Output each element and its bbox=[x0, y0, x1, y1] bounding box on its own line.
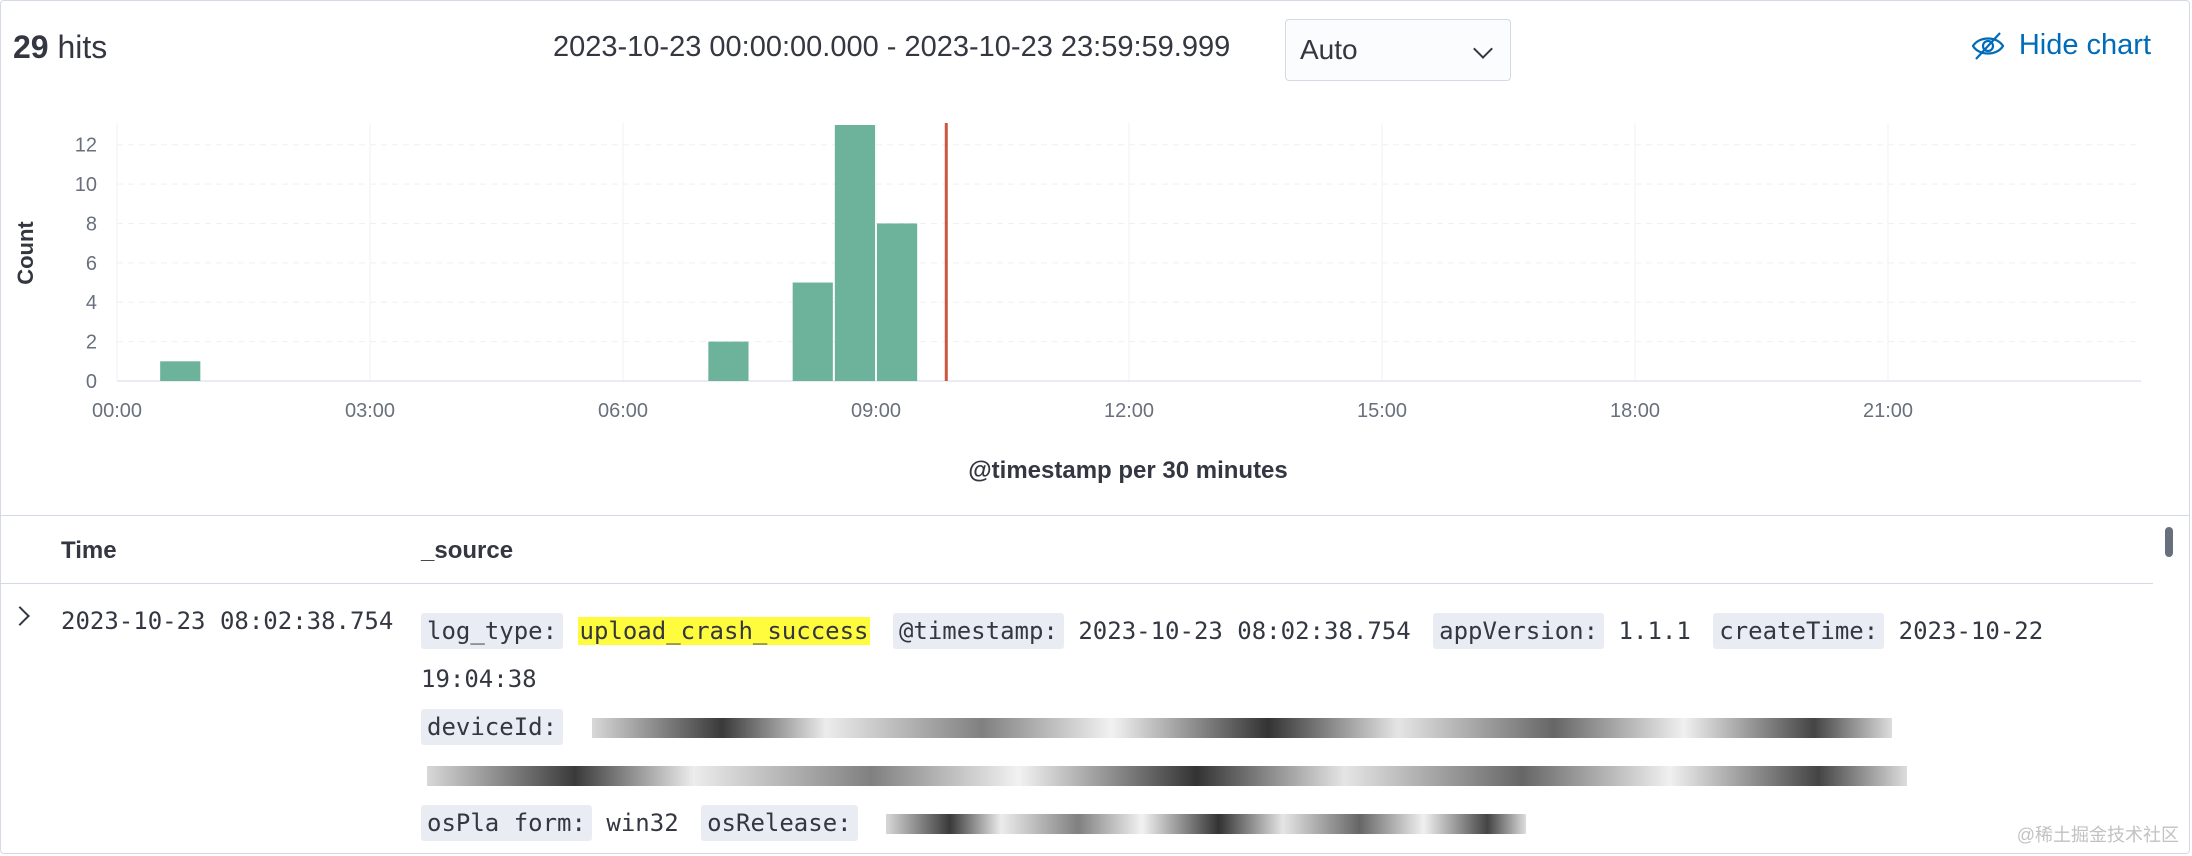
field-key: osRelease: bbox=[701, 805, 858, 841]
table-header-divider bbox=[1, 583, 2153, 584]
redacted-content bbox=[886, 814, 1527, 834]
redacted-content bbox=[591, 718, 1892, 738]
y-tick-label: 4 bbox=[86, 292, 97, 314]
hide-chart-label: Hide chart bbox=[2018, 29, 2151, 61]
y-tick-label: 10 bbox=[75, 174, 97, 196]
x-tick-label: 03:00 bbox=[345, 400, 395, 422]
interval-value: Auto bbox=[1300, 34, 1358, 65]
x-tick-label: 06:00 bbox=[598, 400, 648, 422]
column-header-source[interactable]: _source bbox=[421, 537, 513, 565]
y-tick-label: 2 bbox=[86, 332, 97, 354]
row-source: log_type: upload_crash_success @timestam… bbox=[421, 607, 2151, 853]
y-tick-label: 12 bbox=[75, 135, 97, 157]
interval-select[interactable]: Auto bbox=[1285, 19, 1511, 81]
eye-closed-icon bbox=[1971, 31, 2005, 60]
y-tick-label: 8 bbox=[86, 213, 97, 235]
x-tick-label: 09:00 bbox=[851, 400, 901, 422]
x-axis-title: @timestamp per 30 minutes bbox=[968, 457, 1288, 484]
hide-chart-button[interactable]: Hide chart bbox=[1971, 29, 2151, 62]
discover-panel: 29 hits 2023-10-23 00:00:00.000 - 2023-1… bbox=[0, 0, 2190, 854]
hits-count: 29 hits bbox=[13, 29, 108, 65]
row-time: 2023-10-23 08:02:38.754 bbox=[61, 607, 394, 635]
time-range-label: 2023-10-23 00:00:00.000 - 2023-10-23 23:… bbox=[553, 31, 1231, 63]
histogram-chart[interactable]: Count @timestamp per 30 minutes 0 2 4 6 8 10 1… bbox=[1, 111, 2189, 491]
expand-row-icon[interactable] bbox=[10, 606, 30, 626]
x-tick-label: 12:00 bbox=[1104, 400, 1154, 422]
x-tick-label: 18:00 bbox=[1610, 400, 1660, 422]
histogram-bar[interactable] bbox=[160, 361, 201, 381]
histogram-bar[interactable] bbox=[834, 125, 875, 381]
x-tick-label: 21:00 bbox=[1863, 400, 1913, 422]
histogram-bar[interactable] bbox=[792, 282, 833, 381]
field-key: osPla form: bbox=[421, 805, 592, 841]
scrollbar-thumb[interactable] bbox=[2165, 527, 2173, 557]
field-value: 1.1.1 bbox=[1618, 617, 1691, 645]
field-value: win32 bbox=[606, 809, 679, 837]
field-value-highlight: upload_crash_success bbox=[577, 617, 871, 645]
chart-table-divider bbox=[1, 515, 2189, 516]
field-key: log_type: bbox=[421, 613, 564, 649]
field-key: deviceId: bbox=[421, 709, 564, 745]
field-key: @timestamp: bbox=[892, 613, 1064, 649]
x-tick-label: 00:00 bbox=[92, 400, 142, 422]
watermark: @稀土掘金技术社区 bbox=[2016, 825, 2179, 845]
y-tick-label: 0 bbox=[86, 371, 97, 393]
chevron-down-icon bbox=[1473, 39, 1493, 59]
histogram-bar[interactable] bbox=[708, 341, 749, 381]
y-tick-label: 6 bbox=[86, 253, 97, 275]
field-key: createTime: bbox=[1713, 613, 1885, 649]
redacted-content bbox=[427, 766, 1907, 786]
y-axis-label: Count bbox=[13, 221, 38, 285]
field-value: 2023-10-23 08:02:38.754 bbox=[1078, 617, 1411, 645]
histogram-bar[interactable] bbox=[877, 223, 918, 381]
column-header-time[interactable]: Time bbox=[61, 537, 117, 565]
x-tick-label: 15:00 bbox=[1357, 400, 1407, 422]
field-key: appVersion: bbox=[1433, 613, 1605, 649]
